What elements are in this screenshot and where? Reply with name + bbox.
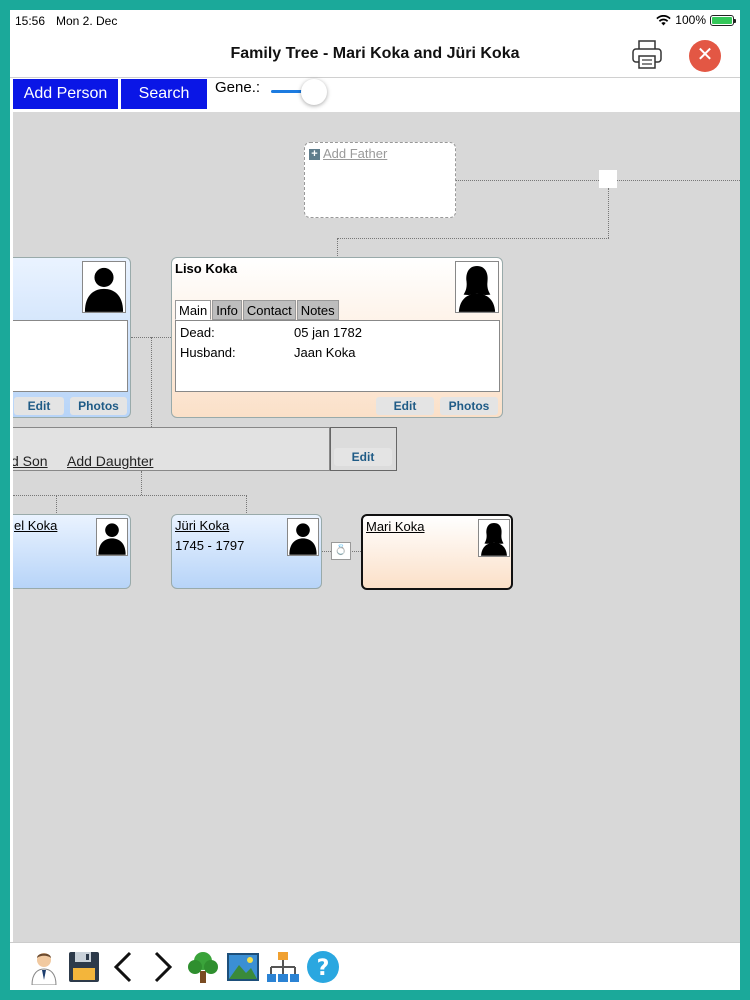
status-bar: 15:56 Mon 2. Dec 100% <box>10 10 740 32</box>
bottom-toolbar: ? <box>10 942 740 990</box>
help-icon[interactable]: ? <box>305 949 341 985</box>
family-edit-button[interactable]: Edit <box>334 448 392 466</box>
photos-button[interactable]: Photos <box>70 397 127 415</box>
person-card-juri-koka[interactable]: Jüri Koka 1745 - 1797 <box>171 514 322 589</box>
detail-value: 05 jan 1782 <box>294 325 362 340</box>
hierarchy-icon[interactable] <box>265 949 301 985</box>
detail-label: Dead: <box>180 325 215 340</box>
person-card-father[interactable]: Edit Photos <box>13 257 131 418</box>
detail-value: Jaan Koka <box>294 345 356 360</box>
person-card-child[interactable]: el Koka <box>13 514 131 589</box>
status-right: 100% <box>656 13 736 27</box>
detail-tabs: Main Info Contact Notes <box>175 300 340 320</box>
printer-icon <box>632 40 662 69</box>
connector-line <box>337 238 609 239</box>
nav-bar: Family Tree - Mari Koka and Jüri Koka ✕ <box>10 32 740 78</box>
search-button[interactable]: Search <box>121 79 207 109</box>
battery-percent: 100% <box>675 13 706 27</box>
detail-label: Husband: <box>180 345 236 360</box>
app-screen: 15:56 Mon 2. Dec 100% Family Tree - Mari… <box>10 10 740 990</box>
back-arrow-icon[interactable] <box>106 949 142 985</box>
wifi-icon <box>656 14 671 25</box>
battery-fill <box>712 16 732 24</box>
connector-line <box>56 495 57 513</box>
detail-row: Husband: Jaan Koka <box>180 345 355 360</box>
save-icon[interactable] <box>66 949 102 985</box>
add-father-link[interactable]: Add Father <box>323 146 387 161</box>
status-date: Mon 2. Dec <box>56 14 118 28</box>
tab-main[interactable]: Main <box>175 300 212 320</box>
print-button[interactable] <box>630 37 664 71</box>
family-bar: d Son Add Daughter <box>13 427 330 471</box>
generations-slider-thumb[interactable] <box>301 79 327 105</box>
edit-button[interactable]: Edit <box>14 397 64 415</box>
person-name[interactable]: Mari Koka <box>366 519 425 534</box>
add-son-link[interactable]: d Son <box>13 453 48 469</box>
person-years: 1745 - 1797 <box>175 538 245 553</box>
connector-line <box>141 471 142 495</box>
add-person-button[interactable]: Add Person <box>13 79 118 109</box>
connector-line <box>456 180 599 181</box>
status-time: 15:56 <box>15 14 46 28</box>
tree-icon[interactable] <box>185 949 221 985</box>
photos-button[interactable]: Photos <box>440 397 498 415</box>
generations-label: Gene.: <box>215 79 261 96</box>
connector-line <box>151 337 152 427</box>
add-plus-icon: + <box>309 149 320 160</box>
add-daughter-link[interactable]: Add Daughter <box>67 453 153 469</box>
person-name[interactable]: Jüri Koka <box>175 518 229 533</box>
forward-arrow-icon[interactable] <box>144 949 180 985</box>
add-father-box[interactable]: + Add Father <box>304 142 456 218</box>
person-name[interactable]: el Koka <box>14 518 57 533</box>
person-card-liso-koka[interactable]: Liso Koka Main Info Contact Notes Dead: … <box>171 257 503 418</box>
tab-info[interactable]: Info <box>212 300 242 320</box>
close-button[interactable]: ✕ <box>689 40 721 72</box>
male-silhouette-icon <box>82 261 126 313</box>
person-name: Liso Koka <box>175 261 238 276</box>
toolbar: Add Person Search Gene.: <box>10 78 740 112</box>
person-card-mari-koka[interactable]: Mari Koka <box>361 514 513 590</box>
male-silhouette-icon <box>287 518 319 556</box>
connector-line <box>617 180 740 181</box>
connector-line <box>608 188 609 238</box>
connector-node <box>599 170 617 188</box>
connector-line <box>337 238 338 258</box>
tab-notes[interactable]: Notes <box>296 300 339 320</box>
connector-line <box>13 495 247 496</box>
battery-icon <box>710 14 736 26</box>
person-icon[interactable] <box>26 949 62 985</box>
image-icon[interactable] <box>225 949 261 985</box>
male-silhouette-icon <box>96 518 128 556</box>
edit-button[interactable]: Edit <box>376 397 434 415</box>
details-panel <box>13 320 128 392</box>
details-panel: Dead: 05 jan 1782 Husband: Jaan Koka <box>175 320 500 392</box>
tree-canvas[interactable]: + Add Father Edit Photos Liso Koka Main … <box>13 112 740 942</box>
tab-contact[interactable]: Contact <box>242 300 296 320</box>
connector-line <box>246 495 247 513</box>
female-silhouette-icon <box>478 519 510 557</box>
detail-row: Dead: 05 jan 1782 <box>180 325 362 340</box>
marriage-rings-icon[interactable]: 💍 <box>331 542 351 560</box>
svg-text:?: ? <box>317 956 330 981</box>
female-silhouette-icon <box>455 261 499 313</box>
family-edit-box: Edit <box>330 427 397 471</box>
